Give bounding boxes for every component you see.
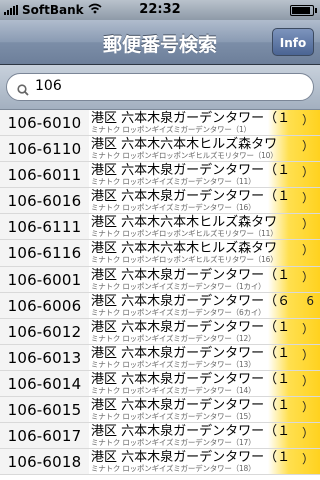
result-row[interactable]: 106-6110 港区 六本木六本木ヒルズ森タワ ミナトク ロッポンギロッポンギヒル… (0, 136, 320, 163)
postal-code: 106-6110 (0, 136, 89, 162)
floor-suffix: ） (301, 217, 314, 232)
address: 港区 六本木泉ガーデンタワー（１ (91, 163, 291, 179)
postal-code: 106-6001 (0, 266, 89, 292)
address: 港区 六本木泉ガーデンタワー（６ (91, 293, 291, 309)
postal-code: 106-6017 (0, 423, 89, 449)
address-kana: ミナトク ロッポンギイズミガーデンタワー（1カイ） (91, 281, 266, 291)
result-row[interactable]: 106-6001 港区 六本木泉ガーデンタワー（１ ミナトク ロッポンギイズミガーデ… (0, 266, 320, 293)
address: 港区 六本木泉ガーデンタワー（１ (91, 450, 291, 466)
postal-code: 106-6011 (0, 162, 89, 188)
floor-suffix: ） (301, 113, 314, 127)
battery-cap (315, 8, 317, 13)
address: 港区 六本木泉ガーデンタワー（１ (91, 319, 291, 335)
postal-code: 106-6015 (0, 397, 89, 423)
address-kana: ミナトク ロッポンギイズミガーデンタワー（12） (91, 333, 256, 343)
address-kana: ミナトク ロッポンギロッポンギヒルズモリタワー（10） (91, 151, 278, 161)
result-row[interactable]: 106-6014 港区 六本木泉ガーデンタワー（１ ミナトク ロッポンギイズミガーデ… (0, 370, 320, 398)
floor-suffix: ） (301, 400, 314, 415)
status-time: 22:32 (139, 2, 181, 17)
address: 港区 六本木泉ガーデンタワー（１ (91, 111, 291, 126)
address: 港区 六本木泉ガーデンタワー（１ (91, 267, 291, 283)
search-input[interactable]: 106 (6, 73, 314, 101)
address-kana: ミナトク ロッポンギイズミガーデンタワー（6カイ） (91, 307, 266, 317)
result-row[interactable]: 106-6006 港区 六本木泉ガーデンタワー（６ ミナトク ロッポンギイズミガーデ… (0, 292, 320, 319)
floor-suffix: ） (301, 373, 314, 388)
result-row[interactable]: 106-6016 港区 六本木泉ガーデンタワー（１ ミナトク ロッポンギイズミガーデ… (0, 188, 320, 215)
address-kana: ミナトク ロッポンギイズミガーデンタワー（16） (91, 203, 256, 213)
address-kana: ミナトク ロッポンギイズミガーデンタワー（1） (91, 125, 251, 134)
battery-icon (290, 5, 317, 16)
address: 港区 六本木泉ガーデンタワー（１ (91, 371, 291, 387)
result-row[interactable]: 106-6017 港区 六本木泉ガーデンタワー（１ ミナトク ロッポンギイズミガーデ… (0, 423, 320, 450)
floor-suffix: 6 (306, 293, 314, 308)
result-row[interactable]: 106-6018 港区 六本木泉ガーデンタワー（１ ミナトク ロッポンギイズミガーデ… (0, 449, 320, 476)
result-row[interactable]: 106-6111 港区 六本木六本木ヒルズ森タワ ミナトク ロッポンギロッポンギヒル… (0, 214, 320, 241)
postal-code: 106-6013 (0, 344, 89, 370)
search-bar: 106 (0, 65, 320, 110)
result-row[interactable]: 106-6012 港区 六本木泉ガーデンタワー（１ ミナトク ロッポンギイズミガーデ… (0, 318, 320, 345)
floor-suffix: ） (301, 426, 314, 441)
floor-suffix: ） (301, 191, 314, 206)
search-value: 106 (35, 78, 62, 94)
result-row[interactable]: 106-6010 港区 六本木泉ガーデンタワー（１ ミナトク ロッポンギイズミガーデ… (0, 110, 320, 137)
postal-code: 106-6111 (0, 214, 89, 240)
address: 港区 六本木六本木ヒルズ森タワ (91, 137, 278, 153)
floor-suffix: ） (301, 452, 314, 467)
address-kana: ミナトク ロッポンギイズミガーデンタワー（14） (91, 385, 256, 395)
postal-code: 106-6012 (0, 318, 89, 344)
address-kana: ミナトク ロッポンギイズミガーデンタワー（17） (91, 438, 256, 448)
result-row[interactable]: 106-6013 港区 六本木泉ガーデンタワー（１ ミナトク ロッポンギイズミガーデ… (0, 344, 320, 371)
floor-suffix: ） (301, 243, 314, 258)
battery-level (292, 7, 310, 14)
postal-code: 106-6014 (0, 370, 89, 397)
address-kana: ミナトク ロッポンギイズミガーデンタワー（15） (91, 412, 256, 422)
address: 港区 六本木泉ガーデンタワー（１ (91, 398, 291, 414)
postal-code: 106-6006 (0, 292, 89, 318)
address: 港区 六本木泉ガーデンタワー（１ (91, 345, 291, 361)
navigation-bar: 郵便番号検索 Info (0, 20, 320, 65)
postal-code: 106-6016 (0, 188, 89, 214)
postal-code: 106-6010 (0, 110, 89, 136)
status-bar: SoftBank 22:32 (0, 0, 320, 20)
floor-suffix: ） (301, 321, 314, 336)
result-row[interactable]: 106-6116 港区 六本木六本木ヒルズ森タワ ミナトク ロッポンギロッポンギヒル… (0, 240, 320, 267)
address-kana: ミナトク ロッポンギロッポンギヒルズモリタワー（11） (91, 229, 278, 239)
result-row[interactable]: 106-6015 港区 六本木泉ガーデンタワー（１ ミナトク ロッポンギイズミガーデ… (0, 397, 320, 424)
result-row[interactable]: 106-6011 港区 六本木泉ガーデンタワー（１ ミナトク ロッポンギイズミガーデ… (0, 162, 320, 189)
floor-suffix: ） (301, 347, 314, 362)
postal-code: 106-6018 (0, 449, 89, 475)
floor-suffix: ） (301, 139, 314, 154)
address-kana: ミナトク ロッポンギイズミガーデンタワー（18） (91, 464, 256, 474)
address-kana: ミナトク ロッポンギイズミガーデンタワー（13） (91, 359, 256, 369)
floor-suffix: ） (301, 165, 314, 180)
address: 港区 六本木泉ガーデンタワー（１ (91, 424, 291, 440)
postal-code: 106-6116 (0, 240, 89, 266)
search-icon (17, 81, 29, 96)
floor-suffix: ） (301, 269, 314, 284)
results-list[interactable]: 106-6010 港区 六本木泉ガーデンタワー（１ ミナトク ロッポンギイズミガーデ… (0, 110, 320, 480)
address-kana: ミナトク ロッポンギイズミガーデンタワー（11） (91, 177, 256, 187)
address-kana: ミナトク ロッポンギロッポンギヒルズモリタワー（16） (91, 255, 278, 265)
info-button[interactable]: Info (272, 28, 314, 56)
